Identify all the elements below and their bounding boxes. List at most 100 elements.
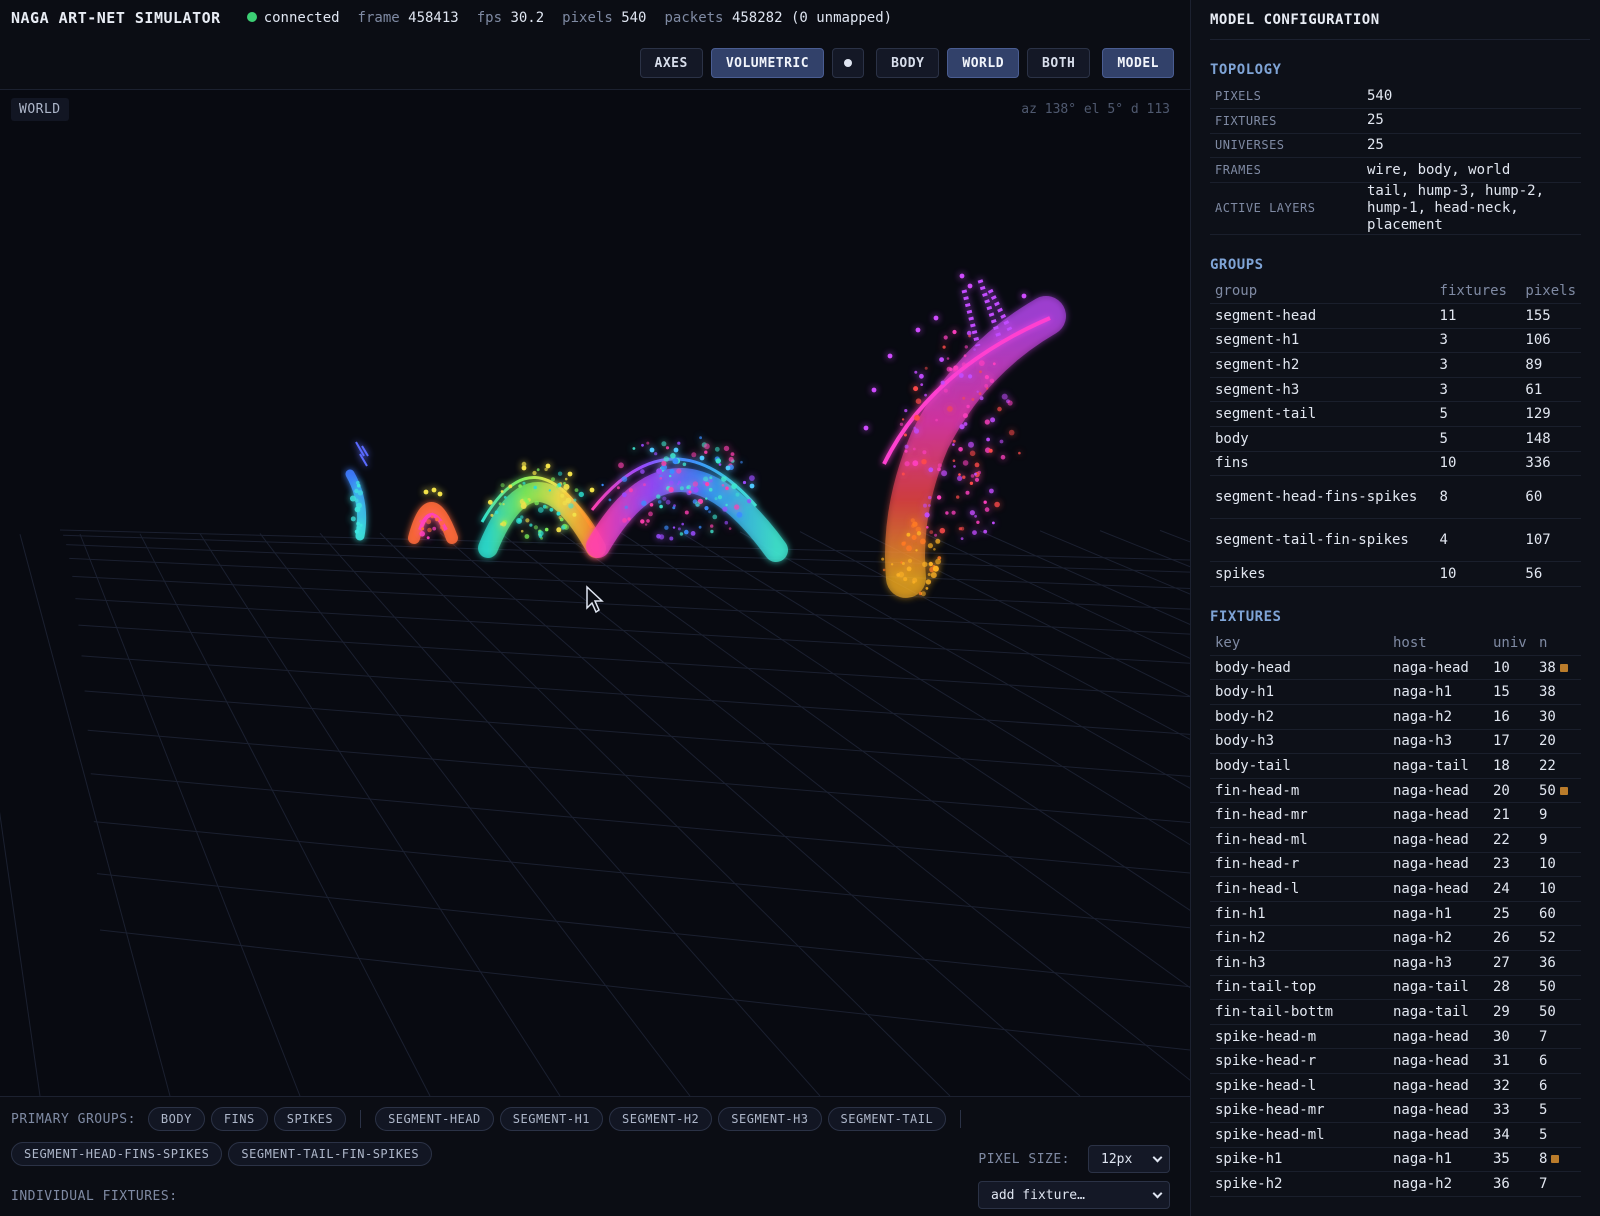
topology-row: UNIVERSES 25 <box>1210 133 1581 159</box>
fixture-cell: 50 <box>1534 975 1581 1001</box>
group-cell: 106 <box>1520 328 1581 354</box>
fixture-row[interactable]: fin-h1 naga-h1 25 60 <box>1210 901 1581 927</box>
topology-key: UNIVERSES <box>1210 133 1362 159</box>
fixture-row[interactable]: body-head naga-head 10 38 <box>1210 655 1581 681</box>
fixture-cell: body-h1 <box>1210 679 1388 705</box>
fixture-cell: fin-head-l <box>1210 876 1388 902</box>
fixture-row[interactable]: body-h3 naga-h3 17 20 <box>1210 729 1581 755</box>
individual-fixtures-row: INDIVIDUAL FIXTURES: <box>11 1189 184 1204</box>
fixture-row[interactable]: spike-head-mr naga-head 33 5 <box>1210 1098 1581 1124</box>
topology-key: FRAMES <box>1210 157 1362 183</box>
chevron-down-icon <box>1152 1152 1163 1162</box>
fixture-row[interactable]: spike-head-r naga-head 31 6 <box>1210 1048 1581 1074</box>
fixture-cell: 52 <box>1534 925 1581 951</box>
group-row[interactable]: segment-head-fins-spikes 8 60 <box>1210 475 1581 520</box>
fixture-cell: naga-h1 <box>1388 1147 1488 1173</box>
fixture-row[interactable]: fin-head-l naga-head 24 10 <box>1210 876 1581 902</box>
fixture-cell: 35 <box>1488 1147 1534 1173</box>
group-cell: 10 <box>1434 561 1521 587</box>
fixture-row[interactable]: fin-head-mr naga-head 21 9 <box>1210 802 1581 828</box>
group-cell: 8 <box>1434 475 1521 520</box>
group-pill-segment-head-fins-spikes[interactable]: SEGMENT-HEAD-FINS-SPIKES <box>11 1142 223 1166</box>
fixture-cell: naga-head <box>1388 778 1488 804</box>
fixture-cell: naga-h2 <box>1388 1171 1488 1197</box>
group-row[interactable]: segment-h2 3 89 <box>1210 352 1581 378</box>
fixture-row[interactable]: body-h1 naga-h1 15 38 <box>1210 679 1581 705</box>
fixture-row[interactable]: body-h2 naga-h2 16 30 <box>1210 704 1581 730</box>
group-pill-segment-head[interactable]: SEGMENT-HEAD <box>375 1107 494 1131</box>
fixture-cell: spike-head-mr <box>1210 1098 1388 1124</box>
group-pill-spikes[interactable]: SPIKES <box>273 1107 347 1131</box>
group-row[interactable]: segment-head 11 155 <box>1210 303 1581 329</box>
fixture-row[interactable]: spike-h2 naga-h2 36 7 <box>1210 1171 1581 1197</box>
topology-value: tail, hump-3, hump-2, hump-1, head-neck,… <box>1362 182 1581 235</box>
group-cell: 3 <box>1434 352 1521 378</box>
group-row[interactable]: spikes 10 56 <box>1210 561 1581 587</box>
group-row[interactable]: segment-tail 5 129 <box>1210 401 1581 427</box>
fixture-cell: 5 <box>1534 1098 1581 1124</box>
fixture-row[interactable]: spike-h1 naga-h1 35 8 <box>1210 1147 1581 1173</box>
fixture-cell: naga-head <box>1388 827 1488 853</box>
group-pill-segment-h1[interactable]: SEGMENT-H1 <box>499 1107 604 1131</box>
camera-readout: az 138° el 5° d 113 <box>1021 102 1170 117</box>
group-pill-fins[interactable]: FINS <box>210 1107 268 1131</box>
fixture-cell: body-h2 <box>1210 704 1388 730</box>
group-row[interactable]: body 5 148 <box>1210 426 1581 452</box>
group-pill-segment-tail-fin-spikes[interactable]: SEGMENT-TAIL-FIN-SPIKES <box>228 1142 433 1166</box>
group-cell: 336 <box>1520 451 1581 477</box>
body-frame-button[interactable]: BODY <box>876 48 940 78</box>
group-pill-segment-tail[interactable]: SEGMENT-TAIL <box>827 1107 947 1131</box>
fixture-cell: 20 <box>1534 729 1581 755</box>
volumetric-button[interactable]: VOLUMETRIC <box>710 48 825 78</box>
group-cell: segment-head <box>1210 303 1435 329</box>
fixture-row[interactable]: fin-head-ml naga-head 22 9 <box>1210 827 1581 853</box>
both-frame-button[interactable]: BOTH <box>1027 48 1091 78</box>
world-frame-button[interactable]: WORLD <box>947 48 1020 78</box>
group-row[interactable]: segment-tail-fin-spikes 4 107 <box>1210 518 1581 563</box>
fixture-cell: 29 <box>1488 999 1534 1025</box>
fixture-row[interactable]: fin-h3 naga-h3 27 36 <box>1210 950 1581 976</box>
group-row[interactable]: segment-h1 3 106 <box>1210 328 1581 354</box>
fixture-cell: naga-tail <box>1388 975 1488 1001</box>
fixture-cell: 10 <box>1534 876 1581 902</box>
fixture-row[interactable]: fin-head-r naga-head 23 10 <box>1210 852 1581 878</box>
fixture-cell: naga-head <box>1388 1048 1488 1074</box>
fixture-cell: naga-head <box>1388 1098 1488 1124</box>
fixture-cell: naga-tail <box>1388 753 1488 779</box>
fixture-cell: naga-h2 <box>1388 704 1488 730</box>
scene-canvas[interactable] <box>0 90 1190 1096</box>
pixel-size-select[interactable]: 12px <box>1088 1145 1170 1173</box>
group-cell: 148 <box>1520 426 1581 452</box>
topology-row: FRAMES wire, body, world <box>1210 157 1581 183</box>
fixture-row[interactable]: spike-head-ml naga-head 34 5 <box>1210 1122 1581 1148</box>
add-fixture-select[interactable]: add fixture… <box>978 1181 1170 1209</box>
groups-col-fixtures: fixtures <box>1434 278 1521 304</box>
group-row[interactable]: fins 10 336 <box>1210 451 1581 477</box>
fixture-cell: naga-head <box>1388 876 1488 902</box>
fixture-cell: 38 <box>1534 655 1581 681</box>
axes-button[interactable]: AXES <box>639 48 703 78</box>
fixture-cell: 9 <box>1534 827 1581 853</box>
fixture-row[interactable]: fin-head-m naga-head 20 50 <box>1210 778 1581 804</box>
fixture-row[interactable]: spike-head-m naga-head 30 7 <box>1210 1024 1581 1050</box>
model-button[interactable]: MODEL <box>1102 48 1174 78</box>
dot-toggle-button[interactable] <box>832 48 865 78</box>
fixture-row[interactable]: fin-h2 naga-h2 26 52 <box>1210 925 1581 951</box>
fixture-row[interactable]: spike-head-l naga-head 32 6 <box>1210 1073 1581 1099</box>
view-frame-label: WORLD <box>11 98 69 121</box>
fixture-cell: 30 <box>1534 704 1581 730</box>
3d-viewport[interactable]: WORLD az 138° el 5° d 113 <box>0 90 1190 1096</box>
group-pill-segment-h2[interactable]: SEGMENT-H2 <box>609 1107 713 1131</box>
group-row[interactable]: segment-h3 3 61 <box>1210 377 1581 403</box>
fixture-cell: fin-head-mr <box>1210 802 1388 828</box>
group-cell: 60 <box>1520 475 1581 520</box>
group-cell: segment-h2 <box>1210 352 1435 378</box>
fixture-cell: 8 <box>1534 1147 1581 1173</box>
topology-value: 25 <box>1362 108 1581 134</box>
fixture-row[interactable]: body-tail naga-tail 18 22 <box>1210 753 1581 779</box>
fixture-row[interactable]: fin-tail-bottm naga-tail 29 50 <box>1210 999 1581 1025</box>
fixture-row[interactable]: fin-tail-top naga-tail 28 50 <box>1210 975 1581 1001</box>
fixture-cell: 36 <box>1534 950 1581 976</box>
group-pill-segment-h3[interactable]: SEGMENT-H3 <box>718 1107 822 1131</box>
group-pill-body[interactable]: BODY <box>147 1107 205 1131</box>
